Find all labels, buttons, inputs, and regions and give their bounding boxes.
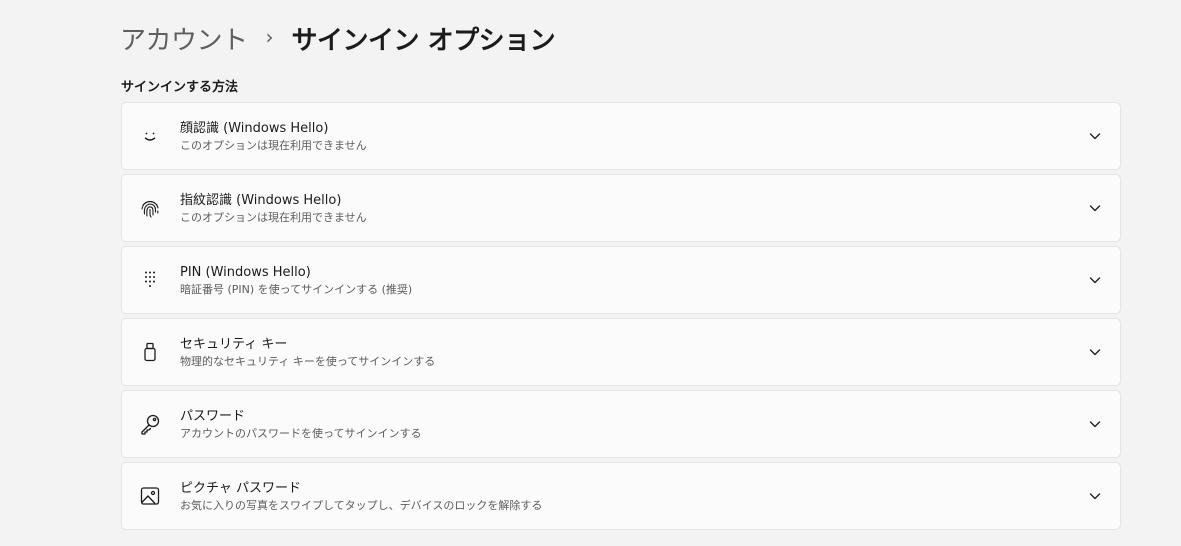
chevron-down-icon[interactable] bbox=[1088, 417, 1102, 431]
fingerprint-icon bbox=[139, 197, 161, 219]
option-security-key[interactable]: セキュリティ キー 物理的なセキュリティ キーを使ってサインインする bbox=[121, 318, 1121, 386]
option-title: 指紋認識 (Windows Hello) bbox=[180, 193, 342, 208]
chevron-down-icon[interactable] bbox=[1088, 345, 1102, 359]
option-face-recognition[interactable]: 顔認識 (Windows Hello) このオプションは現在利用できません bbox=[121, 102, 1121, 170]
face-icon bbox=[139, 125, 161, 147]
option-subtitle: このオプションは現在利用できません bbox=[180, 139, 367, 152]
option-subtitle: お気に入りの写真をスワイプしてタップし、デバイスのロックを解除する bbox=[180, 499, 543, 512]
option-pin[interactable]: PIN (Windows Hello) 暗証番号 (PIN) を使ってサインイン… bbox=[121, 246, 1121, 314]
usb-key-icon bbox=[139, 341, 161, 363]
chevron-down-icon[interactable] bbox=[1088, 273, 1102, 287]
section-title: サインインする方法 bbox=[121, 80, 239, 95]
sign-in-options-list: 顔認識 (Windows Hello) このオプションは現在利用できません 指紋… bbox=[121, 102, 1121, 534]
option-title: セキュリティ キー bbox=[180, 337, 288, 352]
key-icon bbox=[139, 413, 161, 435]
breadcrumb-parent-link[interactable]: アカウント bbox=[120, 20, 248, 57]
chevron-down-icon[interactable] bbox=[1088, 489, 1102, 503]
option-password[interactable]: パスワード アカウントのパスワードを使ってサインインする bbox=[121, 390, 1121, 458]
settings-page: アカウント › サインイン オプション サインインする方法 顔認識 (Windo… bbox=[0, 0, 1181, 546]
option-title: ピクチャ パスワード bbox=[180, 481, 302, 496]
breadcrumb-separator-icon: › bbox=[265, 25, 274, 49]
chevron-down-icon[interactable] bbox=[1088, 201, 1102, 215]
option-subtitle: アカウントのパスワードを使ってサインインする bbox=[180, 427, 422, 440]
breadcrumb: アカウント › サインイン オプション bbox=[120, 18, 556, 58]
chevron-down-icon[interactable] bbox=[1088, 129, 1102, 143]
option-subtitle: 暗証番号 (PIN) を使ってサインインする (推奨) bbox=[180, 283, 413, 296]
option-title: PIN (Windows Hello) bbox=[180, 265, 311, 280]
page-title: サインイン オプション bbox=[291, 25, 556, 56]
option-subtitle: 物理的なセキュリティ キーを使ってサインインする bbox=[180, 355, 436, 368]
option-title: 顔認識 (Windows Hello) bbox=[180, 121, 329, 136]
option-subtitle: このオプションは現在利用できません bbox=[180, 211, 367, 224]
picture-icon bbox=[139, 485, 161, 507]
option-fingerprint[interactable]: 指紋認識 (Windows Hello) このオプションは現在利用できません bbox=[121, 174, 1121, 242]
option-picture-password[interactable]: ピクチャ パスワード お気に入りの写真をスワイプしてタップし、デバイスのロックを… bbox=[121, 462, 1121, 530]
pin-keypad-icon bbox=[139, 269, 161, 291]
option-title: パスワード bbox=[180, 409, 246, 424]
